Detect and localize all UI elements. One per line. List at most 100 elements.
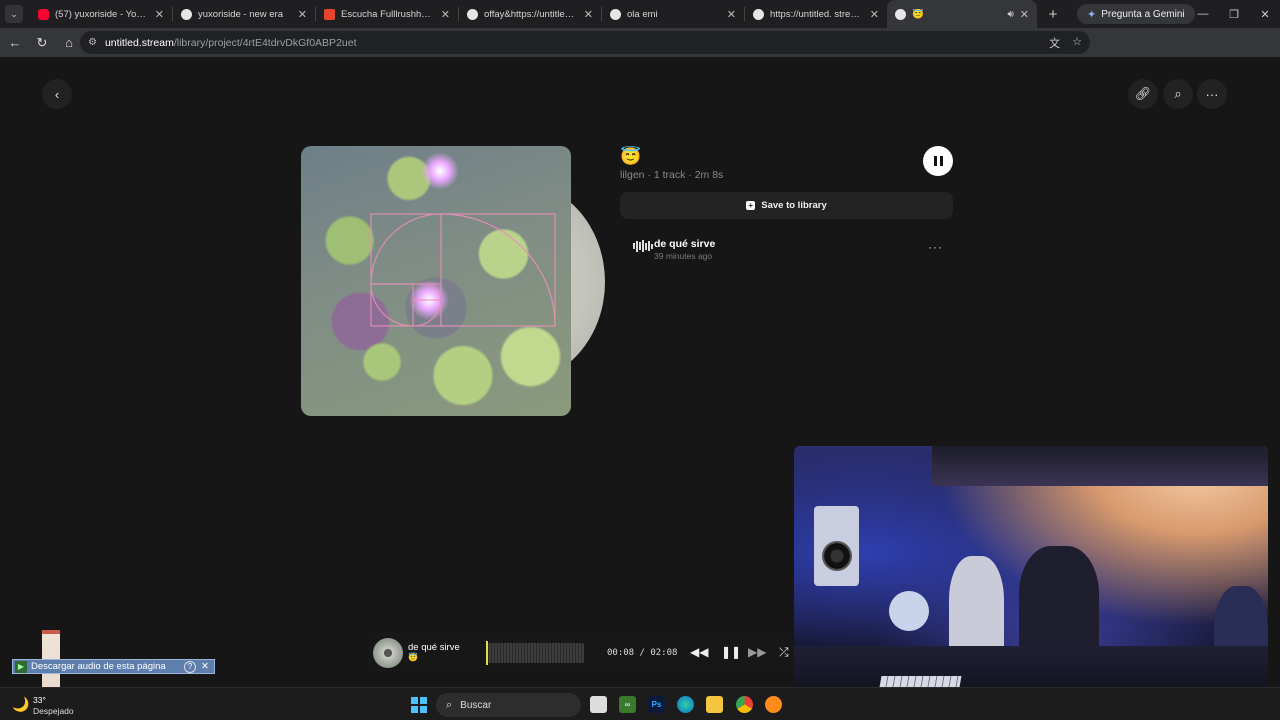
- tab-active-project[interactable]: 😇 🔊︎ ✕: [887, 0, 1037, 28]
- search-icon: ⌕: [1174, 86, 1182, 101]
- figurine: [889, 591, 929, 631]
- rewind-icon: ◀◀: [690, 645, 709, 659]
- tab-title: https://untitled. stream/lib: [770, 8, 864, 20]
- pause-icon: [933, 156, 943, 166]
- tab-escucha[interactable]: Escucha Fulllrushhhwav de ✕: [316, 0, 458, 28]
- project-meta: lilgen · 1 track · 2m 8s: [620, 169, 724, 181]
- shuffle-icon: ⤮: [779, 645, 789, 659]
- gemini-sparkle-icon: ✦: [1087, 8, 1097, 21]
- taskbar-search[interactable]: ⌕ Buscar: [436, 693, 581, 717]
- shuffle-button[interactable]: ⤮: [779, 645, 789, 660]
- fast-forward-icon: ▶▶: [748, 645, 767, 659]
- minimize-button[interactable]: —: [1186, 0, 1220, 28]
- speaker-cone: [822, 541, 852, 571]
- download-audio-toolbar[interactable]: ▶ Descargar audio de esta página ? ✕: [12, 659, 215, 674]
- back-button[interactable]: ←: [3, 31, 27, 55]
- site-icon: [181, 8, 192, 20]
- close-icon[interactable]: ✕: [1020, 8, 1029, 21]
- save-to-library-button[interactable]: + Save to library: [620, 192, 953, 219]
- moon-icon[interactable]: 🌙: [12, 696, 29, 713]
- window-close-button[interactable]: ✕: [1248, 0, 1280, 28]
- site-icon: [610, 8, 621, 20]
- track-more-button[interactable]: ···: [928, 240, 943, 254]
- tab-title: Escucha Fulllrushhhwav de: [341, 8, 435, 20]
- search-icon: ⌕: [446, 698, 453, 711]
- project-emoji: 😇: [620, 147, 642, 166]
- track-title: de qué sirve: [654, 238, 716, 250]
- translate-icon[interactable]: 文: [1049, 35, 1060, 51]
- search-button[interactable]: ⌕: [1163, 79, 1193, 109]
- edge-icon[interactable]: [677, 696, 694, 713]
- help-icon[interactable]: ?: [184, 660, 196, 673]
- rewind-button[interactable]: ◀◀: [690, 645, 708, 659]
- pause-button[interactable]: [923, 146, 953, 176]
- home-button[interactable]: ⌂: [57, 31, 81, 55]
- link-icon: 🔗︎: [1134, 86, 1152, 101]
- copy-link-button[interactable]: 🔗︎: [1128, 79, 1158, 109]
- player-waveform-scrubber[interactable]: [486, 641, 584, 665]
- restore-button[interactable]: ❐: [1217, 0, 1251, 28]
- player-track-title: de qué sirve: [408, 642, 460, 653]
- tab-title: offay&https://untitled.stre: [484, 8, 578, 20]
- speaker-icon[interactable]: 🔊︎: [1007, 9, 1013, 20]
- tab-youtube[interactable]: (57) yuxoriside - YouTube ✕: [30, 0, 172, 28]
- golden-spiral-overlay: [370, 213, 556, 327]
- player-emoji: 😇: [408, 653, 418, 662]
- close-icon[interactable]: ✕: [155, 8, 164, 21]
- tab-ola-emi[interactable]: ola emi ✕: [602, 0, 744, 28]
- site-icon: [895, 8, 906, 20]
- weather-description[interactable]: Despejado: [33, 706, 74, 716]
- site-info-icon[interactable]: ⚙: [88, 37, 97, 48]
- bookmark-star-icon[interactable]: ☆: [1072, 35, 1082, 51]
- tab-search-button[interactable]: ⌄: [5, 5, 23, 23]
- player-pause-button[interactable]: ❚❚: [721, 645, 741, 659]
- download-audio-label[interactable]: Descargar audio de esta página: [31, 661, 166, 672]
- close-icon[interactable]: ✕: [727, 8, 736, 21]
- chevron-left-icon: ‹: [54, 86, 60, 102]
- plus-icon: +: [746, 201, 756, 210]
- file-explorer-icon[interactable]: [706, 696, 723, 713]
- close-icon[interactable]: ✕: [298, 8, 307, 21]
- app-icon[interactable]: [765, 696, 782, 713]
- tab-new-era[interactable]: yuxoriside - new era ✕: [173, 0, 315, 28]
- pause-icon: ❚❚: [721, 645, 742, 659]
- back-nav-button[interactable]: ‹: [42, 79, 72, 109]
- waveform-icon: [633, 240, 653, 252]
- close-icon[interactable]: ✕: [441, 8, 450, 21]
- audio-player-bar: de qué sirve 😇 00:08 / 02:08 ◀◀ ❚❚ ▶▶ ⤮: [368, 632, 795, 674]
- photoshop-icon[interactable]: Ps: [648, 696, 665, 713]
- tab-title: 😇: [912, 8, 924, 20]
- weather-temperature[interactable]: 33°: [33, 695, 46, 705]
- address-bar[interactable]: ⚙ untitled.stream/library/project/4rtE4t…: [80, 31, 1090, 54]
- new-tab-button[interactable]: +: [1043, 6, 1063, 23]
- webcam-video-overlay: [794, 446, 1268, 712]
- browser-toolbar: ← ↻ ⌂ ⚙ untitled.stream/library/project/…: [0, 28, 1280, 77]
- more-options-button[interactable]: ···: [1197, 79, 1227, 109]
- site-icon: [324, 8, 335, 20]
- reload-button[interactable]: ↻: [30, 31, 54, 55]
- tab-title: ola emi: [627, 8, 658, 20]
- project-cover-art: [301, 146, 571, 416]
- track-timestamp: 39 minutes ago: [654, 251, 713, 261]
- track-row[interactable]: de qué sirve 39 minutes ago ···: [620, 230, 953, 266]
- app-icon[interactable]: ∞: [619, 696, 636, 713]
- url-host: untitled.stream: [104, 36, 174, 49]
- chrome-icon[interactable]: [736, 696, 753, 713]
- play-icon: ▶: [15, 660, 27, 673]
- youtube-icon: [38, 8, 49, 20]
- close-icon[interactable]: ✕: [870, 8, 879, 21]
- task-view-icon[interactable]: [590, 696, 607, 713]
- tab-untitled-library[interactable]: https://untitled. stream/lib ✕: [745, 0, 887, 28]
- windows-taskbar: 🌙 33° Despejado ⌕ Buscar ∞ Ps: [0, 687, 1280, 720]
- playhead[interactable]: [486, 641, 488, 665]
- gemini-button[interactable]: ✦ Pregunta a Gemini: [1077, 4, 1195, 24]
- close-icon[interactable]: ✕: [199, 661, 211, 672]
- close-icon[interactable]: ✕: [584, 8, 593, 21]
- tab-strip: ⌄ (57) yuxoriside - YouTube ✕ yuxoriside…: [0, 0, 1280, 28]
- tab-title: yuxoriside - new era: [198, 8, 284, 20]
- fast-forward-button[interactable]: ▶▶: [748, 645, 766, 659]
- tab-offay[interactable]: offay&https://untitled.stre ✕: [459, 0, 601, 28]
- studio-monitor-speaker: [814, 506, 859, 586]
- start-button[interactable]: [411, 697, 427, 713]
- player-time: 00:08 / 02:08: [607, 648, 678, 658]
